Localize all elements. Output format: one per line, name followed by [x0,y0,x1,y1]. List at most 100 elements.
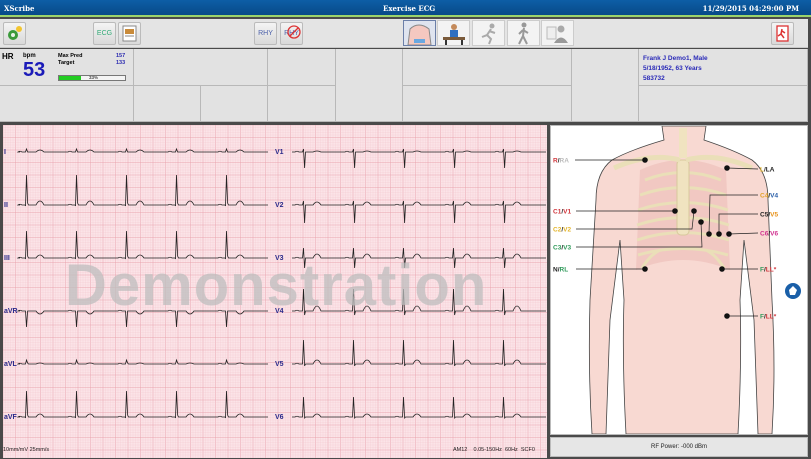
electrode-label-aha: V5 [770,211,778,218]
electrode-label-RL: N/RL [553,266,568,273]
electrode-placement-panel: R/RA L/LA C4/V4 C5/V5 C6/V6 C1/V1 C2/V2 C3/V3 N/… [550,125,808,435]
hr-value: 53 [23,59,46,81]
electrode-dot [642,266,648,272]
info-panel: HR bpm 53 Max Pred 157 Target 133 33% Fr… [0,49,808,122]
info-cell [268,86,336,122]
electrode-label-aha: V4 [770,192,778,199]
prohibited-icon [287,25,301,39]
patient-id: 583732 [643,75,665,82]
ecg-button[interactable]: ECG [93,22,116,45]
info-cell [268,49,336,86]
electrode-label-aha: V2 [563,226,571,233]
electrode-label-LA: L/LA [760,166,775,173]
lead-label-I: I [4,149,6,156]
walking-icon [518,22,529,45]
electrode-dot [698,219,704,225]
electrode-label-LL*: F/LL* [760,313,777,320]
hr-cell: HR bpm 53 Max Pred 157 Target 133 33% [0,49,134,86]
lead-label-aVF: aVF [4,414,17,421]
electrode-dot [706,231,712,237]
electrode-label-V1: C1/V1 [553,208,571,215]
lead-label-V2: V2 [275,202,284,209]
gear-icon [8,26,22,40]
rhythm-stop-button[interactable]: RHY [280,22,303,45]
electrode-label-V3: C3/V3 [553,244,571,251]
running-icon [481,23,496,45]
exit-button[interactable] [771,22,794,45]
electrode-label-aha: LL* [766,266,777,273]
seated-icon [443,24,465,45]
info-cell [403,49,572,86]
lead-label-V6: V6 [275,414,284,421]
electrode-dot [726,231,732,237]
mode-recovery[interactable] [507,20,540,46]
max-pred-value: 157 [116,53,126,59]
rhythm-button[interactable]: RHY [254,22,277,45]
doctor-icon [546,25,568,43]
info-cell [0,86,134,122]
max-pred-label: Max Pred [58,53,83,59]
electrode-dot [724,165,730,171]
target-progress-label: 33% [89,75,99,80]
lead-label-V5: V5 [275,361,284,368]
info-cell [201,86,268,122]
info-cell [403,86,572,122]
info-cell [572,49,639,122]
ecg-display: I II III aVR aVL aVF V1 V2 V3 V4 V5 V6 D… [3,125,547,458]
electrode-label-aha: RA [560,157,570,164]
lead-label-V1: V1 [275,149,284,156]
electrode-label-aha: V1 [563,208,571,215]
window-title: Exercise ECG [383,4,436,13]
target-label: Target [58,60,75,66]
torso-diagram: R/RA L/LA C4/V4 C5/V5 C6/V6 C1/V1 C2/V2 C3/V3 N/… [553,125,801,435]
lead-label-III: III [4,255,10,262]
datetime: 11/29/2015 04:29:00 PM [702,4,799,13]
patient-dob-age: 5/18/1952, 63 Years [643,65,702,72]
exit-icon [776,25,789,42]
demonstration-watermark: Demonstration [65,253,488,318]
electrode-label-V2: C2/V2 [553,226,571,233]
mode-exercise[interactable] [472,20,505,46]
patient-name: Frank J Demo1, Male [643,55,708,62]
torso-icon [407,24,432,46]
electrode-label-aha: V3 [563,244,571,251]
patient-cell: Frank J Demo1, Male 5/18/1952, 63 Years … [639,49,808,86]
electrode-label-V6: C6/V6 [760,230,778,237]
settings-button[interactable] [3,22,26,45]
lead-label-aVL: aVL [4,361,17,368]
electrode-label-RA: R/RA [553,157,569,164]
filter-info: AM12 0.05-150Hz 60Hz SCF0 [453,447,535,453]
electrode-label-aha: LA [766,166,775,173]
electrode-dot [691,208,697,214]
target-progress-fill [59,76,81,80]
info-cell [639,86,808,122]
target-value: 133 [116,60,126,66]
electrode-label-V5: C5/V5 [760,211,778,218]
electrode-dot [719,266,725,272]
report-icon [122,25,137,42]
title-bar: XScribe Exercise ECG 11/29/2015 04:29:00… [0,0,811,17]
mode-review[interactable] [541,20,574,46]
electrode-dot [642,157,648,163]
electrode-label-aha: LL* [766,313,777,320]
app-name: XScribe [4,4,35,13]
electrode-dot [724,313,730,319]
electrode-dot [672,208,678,214]
mode-pretest-seated[interactable] [437,20,470,46]
info-cell [134,49,268,86]
toolbar: ECG RHY RHY [0,19,808,48]
electrode-label-aha: V6 [770,230,778,237]
info-cell [134,86,201,122]
electrode-label-LL*: F/LL* [760,266,777,273]
rf-power-status: RF Power: -000 dBm [550,437,808,457]
report-button[interactable] [118,22,141,45]
ecg-label: ECG [96,30,113,37]
mode-electrode-placement[interactable] [403,20,436,46]
gain-speed: 10mm/mV 25mm/s [3,447,50,453]
electrode-dot [716,231,722,237]
lead-label-II: II [4,202,8,209]
rhythm-label: RHY [258,30,273,37]
target-progress-bar: 33% [58,75,126,81]
hr-label: HR [2,52,14,61]
lead-label-aVR: aVR [4,308,18,315]
